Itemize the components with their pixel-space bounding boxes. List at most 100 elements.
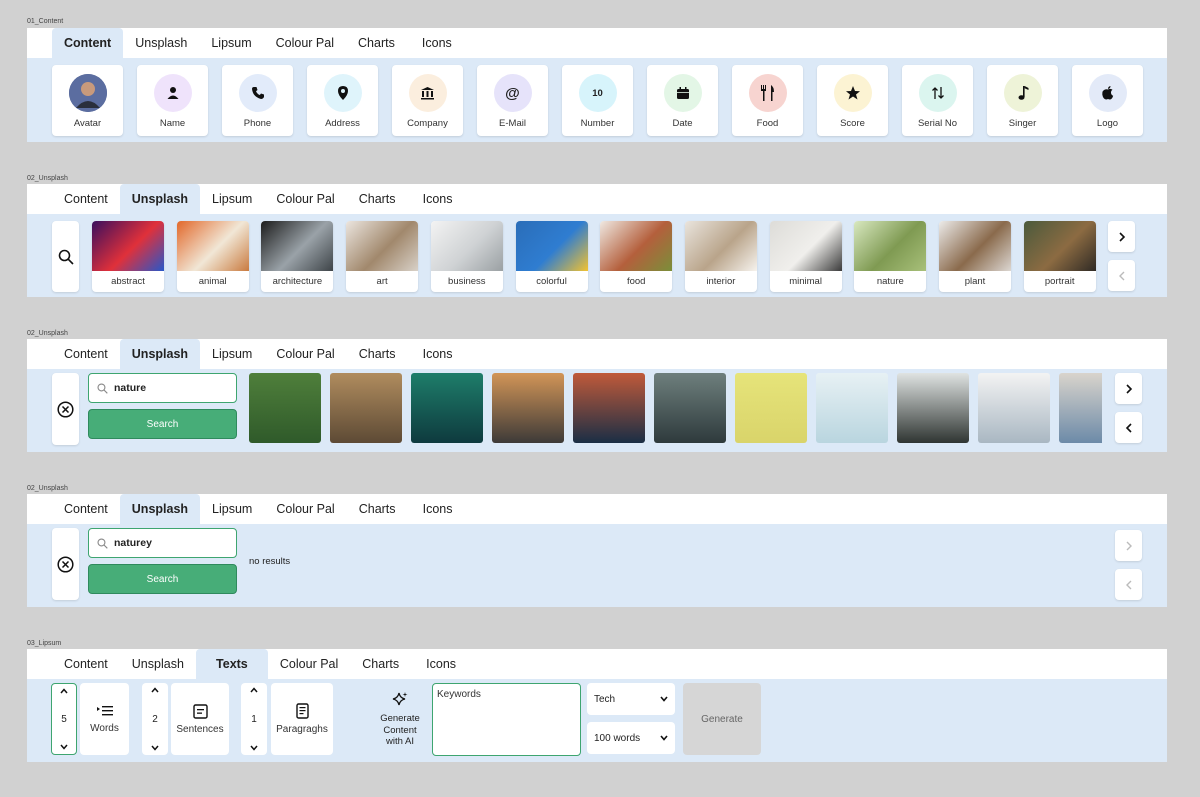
content-item-date[interactable]: Date bbox=[647, 65, 718, 136]
tab-charts[interactable]: Charts bbox=[347, 494, 408, 524]
category-tile[interactable]: abstract bbox=[92, 221, 164, 292]
prev-arrow-button[interactable] bbox=[1108, 260, 1135, 291]
tab-unsplash[interactable]: Unsplash bbox=[119, 494, 201, 524]
search-input[interactable]: naturey bbox=[88, 528, 237, 558]
tab-colour-pal[interactable]: Colour Pal bbox=[264, 184, 346, 214]
photo-result[interactable] bbox=[249, 373, 321, 443]
photo-result[interactable] bbox=[1059, 373, 1102, 443]
chevron-down-icon[interactable] bbox=[60, 744, 68, 750]
tab-unsplash[interactable]: Unsplash bbox=[119, 184, 201, 214]
search-submit-button[interactable]: Search bbox=[88, 409, 237, 439]
clear-search-button[interactable] bbox=[52, 373, 79, 445]
prev-arrow-button[interactable] bbox=[1115, 569, 1142, 600]
content-item-singer[interactable]: Singer bbox=[987, 65, 1058, 136]
search-input[interactable]: nature bbox=[88, 373, 237, 403]
tab-content[interactable]: Content bbox=[52, 339, 120, 369]
content-item-logo[interactable]: Logo bbox=[1072, 65, 1143, 136]
tab-lipsum[interactable]: Lipsum bbox=[200, 184, 264, 214]
photo-result[interactable] bbox=[735, 373, 807, 443]
tab-charts[interactable]: Charts bbox=[347, 339, 408, 369]
words-stepper[interactable]: 5 bbox=[51, 683, 77, 755]
content-item-email[interactable]: @ E-Mail bbox=[477, 65, 548, 136]
length-select[interactable]: 100 words bbox=[587, 722, 675, 754]
category-tile[interactable]: colorful bbox=[515, 221, 588, 292]
photo-result[interactable] bbox=[411, 373, 483, 443]
tab-unsplash[interactable]: Unsplash bbox=[119, 339, 201, 369]
tab-lipsum[interactable]: Lipsum bbox=[199, 28, 263, 58]
tab-lipsum[interactable]: Lipsum bbox=[200, 339, 264, 369]
chevron-down-icon[interactable] bbox=[151, 745, 159, 751]
tab-charts[interactable]: Charts bbox=[350, 649, 411, 679]
search-button[interactable] bbox=[52, 221, 79, 292]
content-item-phone[interactable]: Phone bbox=[222, 65, 293, 136]
tab-icons[interactable]: Icons bbox=[408, 494, 468, 524]
tab-icons[interactable]: Icons bbox=[411, 649, 471, 679]
category-label: art bbox=[376, 276, 388, 287]
tab-icons[interactable]: Icons bbox=[407, 28, 467, 58]
photo-result[interactable] bbox=[816, 373, 888, 443]
tab-icons[interactable]: Icons bbox=[408, 339, 468, 369]
category-tile[interactable]: animal bbox=[176, 221, 249, 292]
generate-button[interactable]: Generate bbox=[683, 683, 761, 755]
tab-content[interactable]: Content bbox=[52, 649, 120, 679]
content-item-avatar[interactable]: Avatar bbox=[52, 65, 123, 136]
words-button[interactable]: Words bbox=[80, 683, 129, 755]
paragraphs-stepper[interactable]: 1 bbox=[241, 683, 267, 755]
tab-colour-pal[interactable]: Colour Pal bbox=[264, 28, 346, 58]
prev-arrow-button[interactable] bbox=[1115, 412, 1142, 443]
tab-colour-pal[interactable]: Colour Pal bbox=[264, 494, 346, 524]
category-tile[interactable]: business bbox=[430, 221, 503, 292]
tab-charts[interactable]: Charts bbox=[346, 28, 407, 58]
chevron-up-icon[interactable] bbox=[151, 687, 159, 693]
tab-content[interactable]: Content bbox=[52, 28, 124, 58]
tab-content[interactable]: Content bbox=[52, 494, 120, 524]
content-item-name[interactable]: Name bbox=[137, 65, 208, 136]
content-item-number[interactable]: 10 Number bbox=[562, 65, 633, 136]
tab-colour-pal[interactable]: Colour Pal bbox=[264, 339, 346, 369]
tab-unsplash[interactable]: Unsplash bbox=[120, 649, 196, 679]
chevron-up-icon[interactable] bbox=[250, 687, 258, 693]
generate-ai-button[interactable]: Generate Content with AI bbox=[372, 691, 428, 748]
tab-unsplash[interactable]: Unsplash bbox=[123, 28, 199, 58]
category-tile[interactable]: art bbox=[346, 221, 419, 292]
content-item-address[interactable]: Address bbox=[307, 65, 378, 136]
sentences-stepper[interactable]: 2 bbox=[142, 683, 168, 755]
tab-content[interactable]: Content bbox=[52, 184, 120, 214]
category-tile[interactable]: nature bbox=[854, 221, 927, 292]
next-arrow-button[interactable] bbox=[1115, 530, 1142, 561]
topic-select[interactable]: Tech bbox=[587, 683, 675, 715]
tab-lipsum[interactable]: Lipsum bbox=[200, 494, 264, 524]
chevron-up-icon[interactable] bbox=[60, 688, 68, 694]
tab-bar: Content Unsplash Lipsum Colour Pal Chart… bbox=[27, 28, 1167, 58]
clear-search-button[interactable] bbox=[52, 528, 79, 600]
next-arrow-button[interactable] bbox=[1115, 373, 1142, 404]
sentences-button[interactable]: Sentences bbox=[171, 683, 229, 755]
keywords-textarea[interactable]: Keywords bbox=[432, 683, 581, 756]
tab-icons[interactable]: Icons bbox=[408, 184, 468, 214]
photo-result[interactable] bbox=[330, 373, 402, 443]
tab-texts[interactable]: Texts bbox=[195, 649, 268, 679]
next-arrow-button[interactable] bbox=[1108, 221, 1135, 252]
content-item-label: Food bbox=[756, 118, 779, 129]
content-item-company[interactable]: Company bbox=[392, 65, 463, 136]
photo-result[interactable] bbox=[654, 373, 726, 443]
tab-colour-pal[interactable]: Colour Pal bbox=[268, 649, 350, 679]
tab-charts[interactable]: Charts bbox=[347, 184, 408, 214]
search-submit-button[interactable]: Search bbox=[88, 564, 237, 594]
category-tile[interactable]: portrait bbox=[1023, 221, 1096, 292]
category-tile[interactable]: minimal bbox=[769, 221, 842, 292]
photo-result[interactable] bbox=[978, 373, 1050, 443]
paragraphs-button[interactable]: Paragraghs bbox=[271, 683, 333, 755]
photo-result[interactable] bbox=[573, 373, 645, 443]
photo-result[interactable] bbox=[897, 373, 969, 443]
category-tile[interactable]: food bbox=[600, 221, 673, 292]
category-tile[interactable]: architecture bbox=[261, 221, 334, 292]
content-item-score[interactable]: Score bbox=[817, 65, 888, 136]
photo-result[interactable] bbox=[492, 373, 564, 443]
chevron-down-icon[interactable] bbox=[250, 745, 258, 751]
sentences-count: 2 bbox=[152, 713, 158, 725]
content-item-serial-no[interactable]: Serial No bbox=[902, 65, 973, 136]
category-tile[interactable]: plant bbox=[939, 221, 1011, 292]
content-item-food[interactable]: Food bbox=[732, 65, 803, 136]
category-tile[interactable]: interior bbox=[684, 221, 757, 292]
